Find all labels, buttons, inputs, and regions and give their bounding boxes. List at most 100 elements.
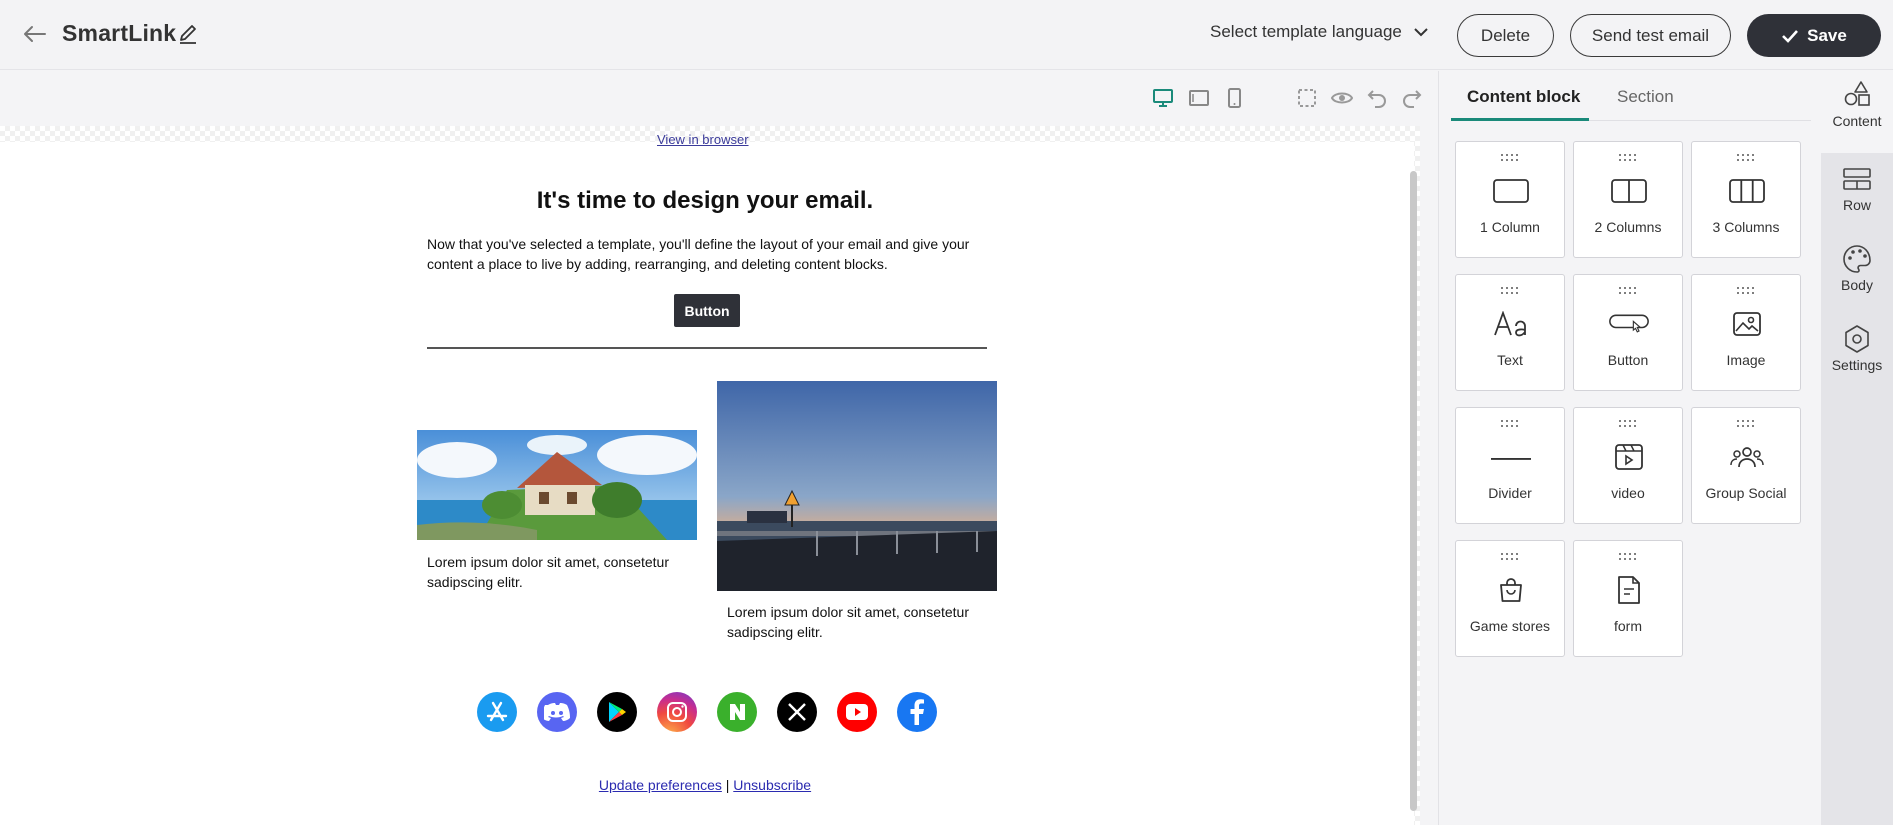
tile-game-stores[interactable]: Game stores	[1455, 540, 1565, 657]
game-stores-icon	[1500, 578, 1522, 602]
nav-settings-label: Settings	[1831, 357, 1883, 373]
unsubscribe-link[interactable]: Unsubscribe	[733, 777, 811, 793]
email-preview: View in browser It's time to design your…	[405, 132, 1005, 825]
drag-handle-icon[interactable]	[1618, 286, 1638, 296]
chevron-down-icon	[1414, 28, 1428, 37]
tile-label: Image	[1726, 352, 1766, 368]
tablet-view-icon[interactable]	[1188, 87, 1210, 109]
footer-separator: |	[725, 777, 730, 793]
email-footer: Update preferences | Unsubscribe	[405, 777, 1005, 793]
redo-icon[interactable]	[1401, 87, 1423, 109]
sunset-pier-image[interactable]	[717, 381, 997, 591]
text-icon	[1494, 311, 1526, 337]
email-divider[interactable]	[427, 347, 987, 349]
content-panel: Content block Section 1 Column 2 Columns…	[1438, 71, 1821, 825]
tile-label: form	[1614, 618, 1642, 634]
drag-handle-icon[interactable]	[1618, 419, 1638, 429]
drag-handle-icon[interactable]	[1500, 286, 1520, 296]
back-arrow-icon[interactable]	[20, 22, 48, 46]
update-preferences-link[interactable]: Update preferences	[599, 777, 722, 793]
button-icon	[1609, 314, 1649, 333]
social-icons-row	[477, 692, 937, 732]
three-columns-icon	[1729, 179, 1765, 203]
view-in-browser-link[interactable]: View in browser	[657, 132, 749, 147]
drag-handle-icon[interactable]	[1500, 153, 1520, 163]
nav-row[interactable]: Row	[1821, 155, 1893, 235]
tab-section[interactable]: Section	[1617, 87, 1674, 107]
instagram-icon[interactable]	[657, 692, 697, 732]
drag-handle-icon[interactable]	[1500, 419, 1520, 429]
tile-button[interactable]: Button	[1573, 274, 1683, 391]
nav-row-label: Row	[1842, 197, 1871, 213]
image-caption-left[interactable]: Lorem ipsum dolor sit amet, consetetur s…	[427, 552, 687, 592]
tab-content-block[interactable]: Content block	[1467, 87, 1580, 107]
one-column-icon	[1493, 179, 1529, 203]
preview-eye-icon[interactable]	[1331, 87, 1353, 109]
desktop-view-icon[interactable]	[1152, 87, 1174, 109]
email-body-text[interactable]: Now that you've selected a template, you…	[427, 234, 987, 274]
email-heading[interactable]: It's time to design your email.	[405, 187, 1005, 215]
tile-image[interactable]: Image	[1691, 274, 1801, 391]
active-tab-underline	[1451, 118, 1589, 121]
image-caption-right[interactable]: Lorem ipsum dolor sit amet, consetetur s…	[727, 602, 987, 642]
email-cta-button[interactable]: Button	[674, 294, 740, 327]
select-area-icon[interactable]	[1296, 87, 1318, 109]
tile-label: Button	[1607, 352, 1649, 368]
mobile-view-icon[interactable]	[1223, 87, 1245, 109]
palette-icon	[1843, 245, 1871, 273]
nav-settings[interactable]: Settings	[1821, 315, 1893, 395]
tile-1-column[interactable]: 1 Column	[1455, 141, 1565, 258]
google-play-icon[interactable]	[597, 692, 637, 732]
tile-label: Divider	[1488, 485, 1532, 501]
delete-button[interactable]: Delete	[1457, 14, 1554, 57]
shapes-icon	[1844, 81, 1870, 106]
discord-icon[interactable]	[537, 692, 577, 732]
top-bar: SmartLink Select template language Delet…	[0, 0, 1893, 70]
tile-text[interactable]: Text	[1455, 274, 1565, 391]
tile-3-columns[interactable]: 3 Columns	[1691, 141, 1801, 258]
drag-handle-icon[interactable]	[1736, 419, 1756, 429]
app-store-icon[interactable]	[477, 692, 517, 732]
tile-label: 3 Columns	[1712, 219, 1780, 235]
tile-divider[interactable]: Divider	[1455, 407, 1565, 524]
tile-label: 1 Column	[1480, 219, 1540, 235]
panel-tabs: Content block Section	[1451, 71, 1811, 121]
image-icon	[1733, 312, 1761, 336]
tile-group-social[interactable]: Group Social	[1691, 407, 1801, 524]
nav-body[interactable]: Body	[1821, 235, 1893, 315]
naver-icon[interactable]	[717, 692, 757, 732]
tile-label: Text	[1497, 352, 1523, 368]
drag-handle-icon[interactable]	[1736, 286, 1756, 296]
email-canvas: View in browser It's time to design your…	[0, 126, 1420, 825]
tile-2-columns[interactable]: 2 Columns	[1573, 141, 1683, 258]
youtube-icon[interactable]	[837, 692, 877, 732]
save-button-label: Save	[1807, 25, 1847, 45]
email-canvas-body: View in browser It's time to design your…	[0, 132, 1414, 825]
video-icon	[1615, 444, 1643, 470]
drag-handle-icon[interactable]	[1500, 552, 1520, 562]
language-select[interactable]: Select template language	[1210, 22, 1428, 42]
settings-icon	[1845, 325, 1869, 353]
tile-label: Group Social	[1705, 485, 1787, 501]
nav-content[interactable]: Content	[1821, 71, 1893, 153]
x-icon[interactable]	[777, 692, 817, 732]
pencil-icon[interactable]	[177, 23, 199, 45]
drag-handle-icon[interactable]	[1618, 153, 1638, 163]
tile-label: 2 Columns	[1594, 219, 1662, 235]
tile-form[interactable]: form	[1573, 540, 1683, 657]
cottage-image[interactable]	[417, 430, 697, 540]
send-test-email-button[interactable]: Send test email	[1570, 14, 1731, 57]
divider-icon	[1491, 457, 1531, 460]
tile-video[interactable]: video	[1573, 407, 1683, 524]
two-columns-icon	[1611, 179, 1647, 203]
save-button[interactable]: Save	[1747, 14, 1881, 57]
check-icon	[1782, 29, 1799, 43]
drag-handle-icon[interactable]	[1618, 552, 1638, 562]
undo-icon[interactable]	[1366, 87, 1388, 109]
right-sidebar-nav: Content Row Body Settings	[1821, 71, 1893, 825]
group-social-icon	[1730, 447, 1764, 468]
nav-body-label: Body	[1841, 277, 1873, 293]
facebook-icon[interactable]	[897, 692, 937, 732]
canvas-scrollbar[interactable]	[1410, 171, 1417, 811]
drag-handle-icon[interactable]	[1736, 153, 1756, 163]
